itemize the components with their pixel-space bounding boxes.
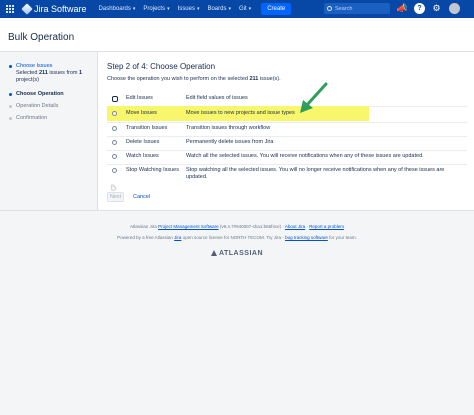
summary-text: Selected: [16, 70, 39, 76]
radio-button[interactable]: [112, 140, 117, 145]
nav-boards-label: Boards: [207, 6, 227, 12]
page-header: Bulk Operation: [0, 18, 474, 52]
summary-count: 211: [38, 70, 48, 76]
row-divider: [107, 150, 467, 151]
chevron-down-icon: ▾: [132, 6, 136, 12]
top-navigation-bar: Jira Software Dashboards ▾ Projects ▾ Issu…: [0, 0, 474, 18]
instructions-text: issue(s).: [258, 76, 281, 82]
summary-projects: 1: [79, 70, 83, 76]
footer-version-line: Atlassian Jira Project Management Softwa…: [0, 224, 474, 229]
operation-name: Stop Watching Issues: [126, 167, 179, 173]
search-placeholder: Search: [335, 5, 353, 12]
page-footer: Atlassian Jira Project Management Softwa…: [0, 210, 474, 415]
atlassian-logo-text: ATLASSIAN: [218, 250, 264, 257]
main-nav: Dashboards ▾ Projects ▾ Issues ▾ Boards ▾ Gi…: [99, 6, 260, 12]
operation-row-stop-watching[interactable]: Stop Watching Issues Stop watching all t…: [107, 167, 444, 183]
notifications-icon[interactable]: 📣: [397, 3, 408, 14]
operation-row-watch[interactable]: Watch Issues Watch all the selected issu…: [107, 153, 424, 162]
instructions: Choose the operation you wish to perform…: [107, 76, 281, 82]
app-switcher-icon[interactable]: [6, 4, 15, 14]
report-problem-link[interactable]: Report a problem: [309, 224, 344, 229]
wizard-steps: Choose Issues Selected 211 issues from 1…: [0, 52, 97, 210]
operation-description: Transition issues through workflow: [186, 125, 271, 131]
row-divider: [107, 122, 467, 123]
step-choose-operation-label: Choose Operation: [16, 91, 64, 97]
step-confirmation-label: Confirmation: [16, 115, 48, 121]
search-input[interactable]: Search: [324, 3, 390, 14]
summary-text: issues from: [47, 70, 79, 76]
nav-issues[interactable]: Issues ▾: [178, 6, 200, 12]
operation-name: Transition Issues: [126, 125, 168, 131]
operation-name: Move Issues: [126, 110, 157, 116]
step-choose-issues-label: Choose Issues: [16, 63, 53, 69]
row-divider: [107, 136, 467, 137]
operation-description: Permanently delete issues from Jira: [186, 139, 274, 145]
step-choose-operation: Choose Operation: [9, 91, 64, 97]
nav-git[interactable]: Git ▾: [239, 6, 251, 12]
nav-git-label: Git: [239, 6, 247, 12]
operation-row-delete[interactable]: Delete Issues Permanently delete issues …: [107, 139, 369, 148]
next-button[interactable]: Next: [107, 192, 124, 202]
nav-dashboards-label: Dashboards: [98, 6, 131, 12]
nav-dashboards[interactable]: Dashboards ▾: [99, 6, 136, 12]
footer-product-link[interactable]: Project Management Software: [158, 224, 219, 229]
operation-description: Stop watching all the selected issues. Y…: [186, 167, 445, 180]
jira-logo-text: Jira Software: [34, 4, 87, 14]
search-icon: [327, 6, 332, 11]
main-content: Step 2 of 4: Choose Operation Choose the…: [97, 52, 474, 210]
footer-text: for your team.: [327, 235, 357, 240]
radio-button[interactable]: [112, 168, 117, 173]
cancel-link[interactable]: Cancel: [133, 194, 150, 200]
atlassian-logo[interactable]: ATLASSIAN: [0, 250, 474, 257]
step-choose-issues-summary: Selected 211 issues from 1 project(s): [16, 70, 82, 84]
footer-text: Powered by a free Atlassian: [117, 235, 175, 240]
jira-logo[interactable]: Jira Software: [21, 3, 87, 15]
footer-license-line: Powered by a free Atlassian Jira open so…: [0, 235, 474, 240]
step-heading: Step 2 of 4: Choose Operation: [107, 62, 216, 71]
radio-button[interactable]: [112, 126, 117, 131]
radio-button[interactable]: [112, 96, 118, 102]
step-confirmation: Confirmation: [9, 115, 47, 121]
operation-row-transition[interactable]: Transition Issues Transition issues thro…: [107, 125, 369, 134]
nav-boards[interactable]: Boards ▾: [207, 6, 231, 12]
row-divider: [107, 164, 467, 165]
operation-name: Watch Issues: [126, 153, 159, 159]
jira-logo-icon: [21, 3, 33, 15]
nav-issues-label: Issues: [177, 6, 195, 12]
user-avatar[interactable]: [449, 3, 460, 14]
summary-text: project(s): [16, 77, 39, 83]
about-jira-link[interactable]: About Jira: [285, 224, 305, 229]
footer-text: open source license for NORTH TECOM. Try…: [181, 235, 286, 240]
footer-version: (v9.4.7#940007-sha1:b66f4ce): [218, 224, 282, 229]
step-choose-issues[interactable]: Choose Issues: [9, 63, 52, 69]
step-pending-dot-icon: [9, 117, 12, 120]
radio-button[interactable]: [112, 154, 117, 159]
mouse-pointer-icon: [110, 183, 116, 191]
step-complete-dot-icon: [9, 65, 12, 68]
settings-gear-icon[interactable]: ⚙: [431, 3, 442, 14]
chevron-down-icon: ▾: [248, 6, 252, 12]
help-icon[interactable]: ?: [414, 3, 425, 14]
operation-name: Delete Issues: [126, 139, 160, 145]
green-arrow-annotation-icon: [300, 82, 328, 113]
operation-description: Watch all the selected issues. You will …: [186, 153, 424, 159]
radio-button[interactable]: [112, 111, 117, 116]
chevron-down-icon: ▾: [228, 6, 231, 12]
create-button[interactable]: Create: [261, 3, 292, 15]
operation-name: Edit Issues: [126, 95, 153, 101]
step-current-dot-icon: [9, 93, 12, 96]
chevron-down-icon: ▾: [196, 6, 200, 12]
footer-text: Atlassian Jira: [130, 224, 159, 229]
step-operation-details-label: Operation Details: [16, 103, 59, 109]
step-operation-details: Operation Details: [9, 103, 59, 109]
instructions-text: Choose the operation you wish to perform…: [107, 76, 250, 82]
atlassian-logo-icon: [210, 250, 217, 256]
bug-tracking-link[interactable]: bug tracking software: [285, 235, 328, 240]
page-title: Bulk Operation: [8, 32, 75, 43]
nav-projects-label: Projects: [143, 6, 166, 12]
step-pending-dot-icon: [9, 105, 12, 108]
chevron-down-icon: ▾: [167, 6, 170, 12]
nav-projects[interactable]: Projects ▾: [143, 6, 169, 12]
